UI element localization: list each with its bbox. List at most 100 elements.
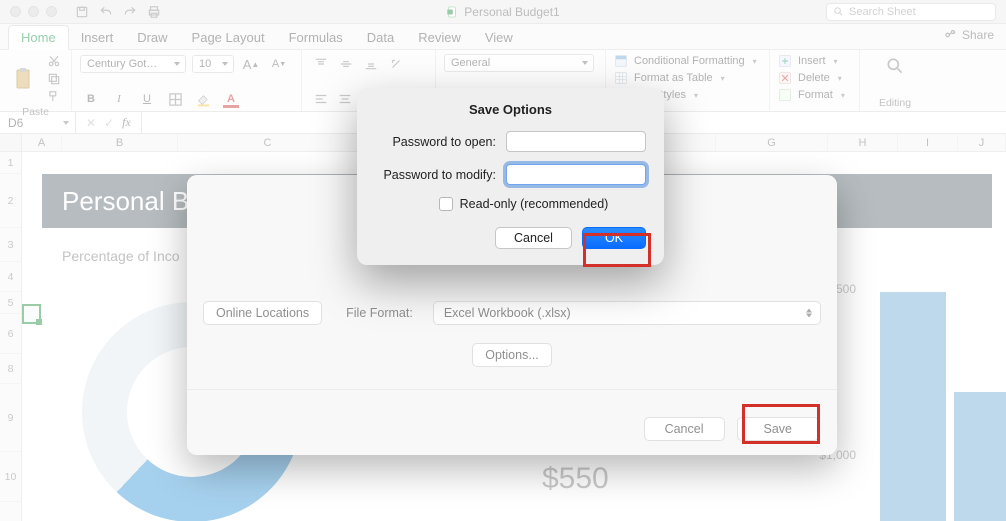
align-middle-icon[interactable] [335,54,357,74]
search-placeholder: Search Sheet [849,6,916,18]
modal-cancel-button[interactable]: Cancel [495,227,572,249]
underline-button[interactable]: U [136,89,158,109]
window-titlebar: Personal Budget1 Search Sheet [0,0,1006,24]
undo-icon[interactable] [99,5,113,19]
password-open-input[interactable] [506,131,646,152]
password-modify-label: Password to modify: [383,168,496,182]
save-cancel-button[interactable]: Cancel [644,417,725,441]
tab-data[interactable]: Data [355,26,406,49]
subtitle-text: Percentage of Inco [62,248,180,264]
share-label: Share [962,28,994,42]
insert-cells-button[interactable]: Insert▾ [778,54,851,68]
total-savings-value: $550 [542,462,609,496]
table-format-label: Format as Table [634,72,713,84]
readonly-checkbox[interactable] [439,197,453,211]
font-color-icon[interactable]: A [220,89,242,109]
orientation-icon[interactable] [385,54,407,74]
window-traffic-lights [0,6,57,17]
tab-home[interactable]: Home [8,25,69,50]
row-1[interactable]: 1 [0,152,21,174]
tab-review[interactable]: Review [406,26,473,49]
row-2[interactable]: 2 [0,174,21,228]
row-4[interactable]: 4 [0,262,21,292]
cancel-formula-icon[interactable]: ✕ [86,116,96,130]
search-sheet-box[interactable]: Search Sheet [826,3,996,21]
file-format-select[interactable]: Excel Workbook (.xlsx) [433,301,821,325]
font-name-dropdown[interactable]: Century Got… [80,55,186,73]
password-open-label: Password to open: [392,135,496,149]
bold-button[interactable]: B [80,89,102,109]
align-top-icon[interactable] [310,54,332,74]
format-cells-button[interactable]: Format▾ [778,88,851,102]
format-painter-icon[interactable] [46,90,62,104]
number-format-dropdown[interactable]: General [444,54,594,72]
close-window-icon[interactable] [10,6,21,17]
modal-ok-button[interactable]: OK [582,227,646,249]
cond-format-label: Conditional Formatting [634,55,745,67]
share-button[interactable]: Share [943,28,994,42]
italic-button[interactable]: I [108,89,130,109]
col-B[interactable]: B [62,134,178,151]
decrease-font-icon[interactable]: A▼ [268,54,290,74]
document-title: Personal Budget1 [446,5,559,19]
format-as-table-button[interactable]: Format as Table▾ [614,71,761,85]
find-icon [885,56,905,76]
copy-icon[interactable] [46,72,62,86]
align-bottom-icon[interactable] [360,54,382,74]
row-8[interactable]: 8 [0,354,21,384]
fill-color-icon[interactable] [192,89,214,109]
save-icon[interactable] [75,5,89,19]
insert-cells-icon [778,54,792,68]
col-C[interactable]: C [178,134,358,151]
online-locations-button[interactable]: Online Locations [203,301,322,325]
tab-draw[interactable]: Draw [125,26,179,49]
align-center-icon[interactable] [334,89,355,109]
active-cell-indicator [22,304,41,324]
bar-2 [954,392,1006,521]
insert-label: Insert [798,55,826,67]
file-format-value: Excel Workbook (.xlsx) [444,306,571,320]
align-left-icon[interactable] [310,89,331,109]
row-10[interactable]: 10 [0,452,21,502]
delete-label: Delete [798,72,830,84]
minimize-window-icon[interactable] [28,6,39,17]
row-3[interactable]: 3 [0,228,21,262]
password-modify-input[interactable] [506,164,646,185]
redo-icon[interactable] [123,5,137,19]
file-format-label: File Format: [346,306,413,320]
enter-formula-icon[interactable]: ✓ [104,116,114,130]
options-button[interactable]: Options... [472,343,552,367]
col-G[interactable]: G [716,134,828,151]
name-box[interactable]: D6 [0,112,76,133]
row-9[interactable]: 9 [0,384,21,452]
row-5[interactable]: 5 [0,292,21,314]
cut-icon[interactable] [46,54,62,68]
search-icon [833,6,844,17]
delete-cells-icon [778,71,792,85]
modal-title: Save Options [375,102,646,117]
print-icon[interactable] [147,5,161,19]
col-A[interactable]: A [22,134,62,151]
tab-view[interactable]: View [473,26,525,49]
save-button[interactable]: Save [737,417,820,441]
paste-button[interactable] [8,64,40,94]
fx-icon[interactable]: fx [122,115,131,130]
tab-formulas[interactable]: Formulas [277,26,355,49]
col-H[interactable]: H [828,134,898,151]
editing-label: Editing [868,97,922,109]
increase-font-icon[interactable]: A▲ [240,54,262,74]
font-size-dropdown[interactable]: 10 [192,55,234,73]
borders-icon[interactable] [164,89,186,109]
row-6[interactable]: 6 [0,314,21,354]
conditional-formatting-button[interactable]: Conditional Formatting▾ [614,54,761,68]
editing-group[interactable] [868,54,922,78]
tab-insert[interactable]: Insert [69,26,126,49]
col-I[interactable]: I [898,134,958,151]
zoom-window-icon[interactable] [46,6,57,17]
clipboard-icon [12,66,36,92]
col-J[interactable]: J [958,134,1006,151]
document-title-text: Personal Budget1 [464,5,559,19]
delete-cells-button[interactable]: Delete▾ [778,71,851,85]
tab-page-layout[interactable]: Page Layout [180,26,277,49]
select-all-corner[interactable] [0,134,22,151]
